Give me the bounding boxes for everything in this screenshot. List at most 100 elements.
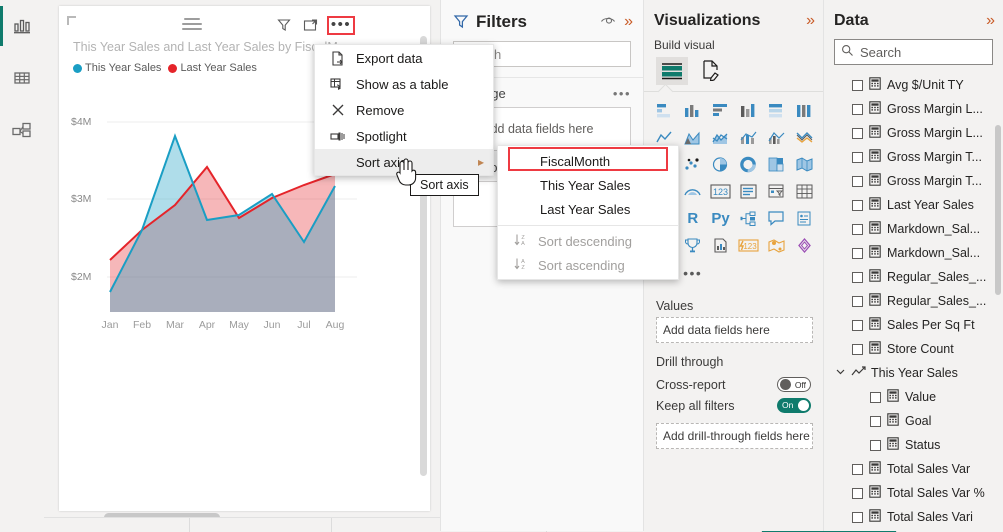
field-row-gross-margin-t-2[interactable]: Gross Margin T... [824, 169, 1003, 193]
stacked-bar-chart-icon[interactable] [652, 98, 678, 123]
stacked-column-chart-icon[interactable] [680, 98, 706, 123]
pie-chart-icon[interactable] [708, 152, 734, 177]
field-checkbox[interactable] [852, 319, 863, 331]
field-checkbox[interactable] [852, 343, 863, 355]
field-checkbox[interactable] [852, 271, 863, 283]
page-tab[interactable] [44, 518, 190, 532]
field-checkbox[interactable] [852, 175, 863, 187]
fields-tab-button[interactable] [656, 57, 688, 85]
more-visuals-icon[interactable]: ••• [680, 260, 706, 285]
field-row-sales-per-sq-ft[interactable]: Sales Per Sq Ft [824, 313, 1003, 337]
multi-row-card-icon[interactable] [736, 179, 762, 204]
table-visual-icon[interactable] [791, 179, 817, 204]
field-checkbox[interactable] [870, 391, 881, 403]
hundred-stacked-bar-chart-icon[interactable] [763, 98, 789, 123]
visio-icon[interactable] [791, 233, 817, 258]
chevron-down-icon[interactable] [834, 365, 847, 381]
field-group-this-year-sales[interactable]: This Year Sales [824, 361, 1003, 385]
chevron-double-right-icon[interactable]: » [806, 13, 815, 29]
nav-report-view[interactable] [0, 0, 44, 52]
trophy-icon[interactable] [680, 233, 706, 258]
nav-model-view[interactable] [0, 104, 44, 156]
filters-page-more-button[interactable]: ••• [613, 86, 631, 101]
field-checkbox[interactable] [852, 127, 863, 139]
field-checkbox[interactable] [852, 247, 863, 259]
keep-all-filters-toggle[interactable]: On [777, 398, 811, 413]
menu-item-remove[interactable]: Remove [315, 97, 493, 123]
page-tab[interactable] [190, 518, 332, 532]
smart-narrative-icon[interactable] [791, 206, 817, 231]
submenu-item-this-year-sales[interactable]: This Year Sales [498, 173, 678, 197]
scatter-chart-icon[interactable] [680, 152, 706, 177]
field-checkbox[interactable] [852, 295, 863, 307]
menu-item-export-data[interactable]: Export data [315, 45, 493, 71]
values-dropzone[interactable]: Add data fields here [656, 317, 813, 343]
field-checkbox[interactable] [852, 151, 863, 163]
chevron-double-right-icon[interactable]: » [624, 14, 633, 30]
cross-report-toggle[interactable]: Off [777, 377, 811, 392]
field-checkbox[interactable] [852, 463, 863, 475]
format-tab-button[interactable] [700, 59, 722, 84]
clustered-column-chart-icon[interactable] [736, 98, 762, 123]
field-row-last-year-sales[interactable]: Last Year Sales [824, 193, 1003, 217]
menu-item-spotlight[interactable]: Spotlight [315, 123, 493, 149]
menu-item-show-as-a-table[interactable]: Show as a table [315, 71, 493, 97]
field-row-regular-sales-1[interactable]: Regular_Sales_... [824, 265, 1003, 289]
field-row-store-count[interactable]: Store Count [824, 337, 1003, 361]
eye-icon[interactable] [600, 14, 617, 30]
clustered-bar-chart-icon[interactable] [708, 98, 734, 123]
line-and-stacked-column-icon[interactable] [736, 125, 762, 150]
funnel-icon[interactable] [275, 16, 293, 34]
power-apps-icon[interactable]: 123 [736, 233, 762, 258]
hundred-stacked-column-chart-icon[interactable] [791, 98, 817, 123]
field-checkbox[interactable] [852, 223, 863, 235]
map-icon[interactable] [791, 152, 817, 177]
field-row-markdown-sal-2[interactable]: Markdown_Sal... [824, 241, 1003, 265]
field-row-gross-margin-l-2[interactable]: Gross Margin L... [824, 121, 1003, 145]
field-checkbox[interactable] [852, 103, 863, 115]
azure-map-icon[interactable] [763, 233, 789, 258]
legend-item-last-year[interactable]: Last Year Sales [168, 62, 257, 74]
field-row-total-sales-var-pct[interactable]: Total Sales Var % [824, 481, 1003, 505]
drill-mode-icon[interactable] [182, 18, 202, 33]
field-checkbox[interactable] [852, 511, 863, 523]
stacked-area-chart-icon[interactable] [708, 125, 734, 150]
treemap-icon[interactable] [763, 152, 789, 177]
area-chart-icon[interactable] [680, 125, 706, 150]
r-script-visual-icon[interactable]: R [680, 206, 706, 231]
q-and-a-icon[interactable] [763, 206, 789, 231]
field-row-goal[interactable]: Goal [824, 409, 1003, 433]
field-row-total-sales-vari[interactable]: Total Sales Vari [824, 505, 1003, 529]
field-checkbox[interactable] [852, 487, 863, 499]
chevron-double-right-icon[interactable]: » [986, 13, 995, 29]
slicer-icon[interactable] [763, 179, 789, 204]
donut-chart-icon[interactable] [736, 152, 762, 177]
nav-data-view[interactable] [0, 52, 44, 104]
submenu-item-last-year-sales[interactable]: Last Year Sales [498, 197, 678, 221]
field-checkbox[interactable] [852, 199, 863, 211]
more-options-button[interactable]: ••• [327, 15, 355, 35]
arcgis-map-icon[interactable] [680, 179, 706, 204]
focus-mode-icon[interactable] [301, 16, 319, 34]
key-influencers-icon[interactable] [736, 206, 762, 231]
field-checkbox[interactable] [852, 79, 863, 91]
legend-item-this-year[interactable]: This Year Sales [73, 62, 161, 74]
field-row-regular-sales-2[interactable]: Regular_Sales_... [824, 289, 1003, 313]
data-search-input[interactable]: Search [834, 39, 993, 65]
field-row-avg-unit-ty[interactable]: Avg $/Unit TY [824, 73, 1003, 97]
field-row-gross-margin-l-1[interactable]: Gross Margin L... [824, 97, 1003, 121]
data-pane-scrollbar[interactable] [995, 125, 1001, 295]
field-row-status[interactable]: Status [824, 433, 1003, 457]
card-number-icon[interactable]: 123 [708, 179, 734, 204]
line-and-clustered-column-icon[interactable] [763, 125, 789, 150]
report-page-chart-icon[interactable] [708, 233, 734, 258]
ribbon-chart-icon[interactable] [791, 125, 817, 150]
python-visual-icon[interactable]: Py [708, 206, 734, 231]
submenu-item-fiscalmonth[interactable]: FiscalMonth [498, 149, 678, 173]
field-row-total-sales-var[interactable]: Total Sales Var [824, 457, 1003, 481]
field-checkbox[interactable] [870, 439, 881, 451]
field-row-markdown-sal-1[interactable]: Markdown_Sal... [824, 217, 1003, 241]
field-checkbox[interactable] [870, 415, 881, 427]
field-row-gross-margin-t-1[interactable]: Gross Margin T... [824, 145, 1003, 169]
drill-through-dropzone[interactable]: Add drill-through fields here [656, 423, 813, 449]
